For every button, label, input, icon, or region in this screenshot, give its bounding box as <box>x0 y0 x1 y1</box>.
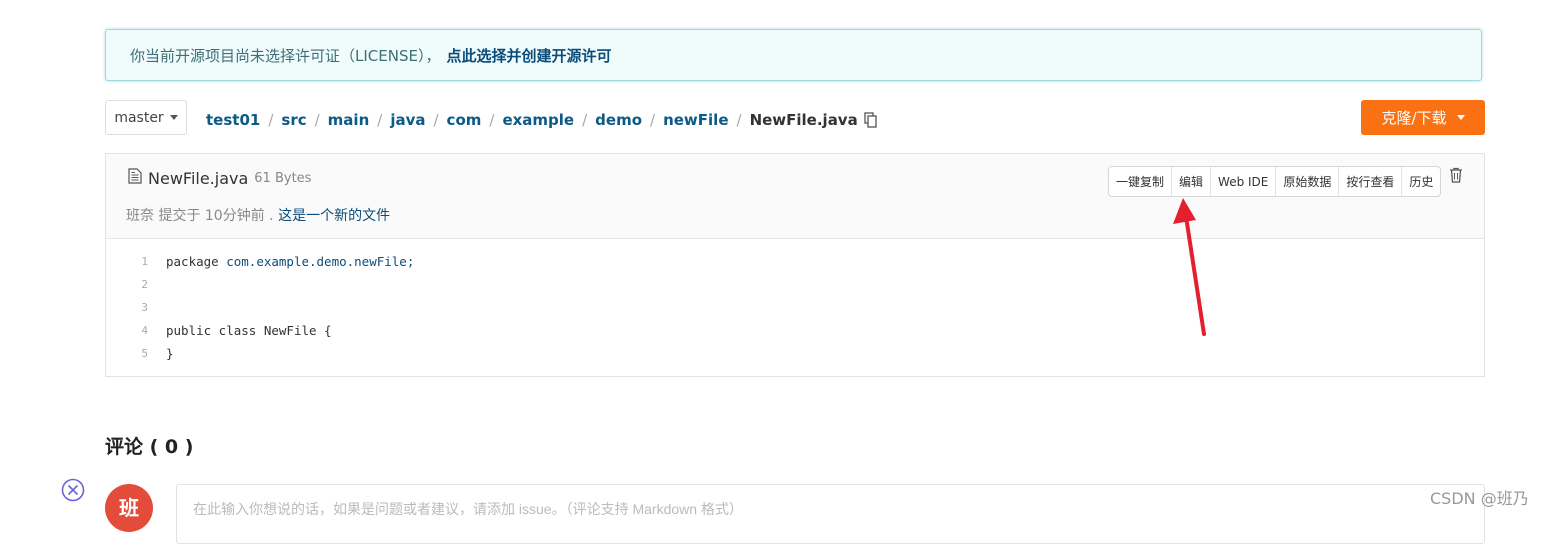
branch-selector[interactable]: master <box>105 100 187 135</box>
code-block: 1 package com.example.demo.newFile; 2 3 … <box>106 250 414 365</box>
breadcrumb-item[interactable]: newFile <box>663 111 728 129</box>
file-header: NewFile.java 61 Bytes 班奈 提交于 10分钟前 . 这是一… <box>106 154 1484 239</box>
web-ide-button[interactable]: Web IDE <box>1211 167 1277 196</box>
blame-button[interactable]: 按行查看 <box>1339 167 1403 196</box>
commit-info: 班奈 提交于 10分钟前 . 这是一个新的文件 <box>126 205 390 225</box>
breadcrumb-item[interactable]: src <box>281 111 306 129</box>
raw-button[interactable]: 原始数据 <box>1276 167 1340 196</box>
close-circle-icon[interactable] <box>61 478 85 506</box>
history-button[interactable]: 历史 <box>1402 167 1440 196</box>
commit-message-link[interactable]: 这是一个新的文件 <box>278 208 390 224</box>
breadcrumb-item[interactable]: java <box>390 111 425 129</box>
code-identifier: com.example.demo.newFile; <box>226 254 415 269</box>
breadcrumb: test01 / src / main / java / com / examp… <box>206 108 878 132</box>
license-notice: 你当前开源项目尚未选择许可证（LICENSE）， 点此选择并创建开源许可 <box>105 29 1482 81</box>
clone-download-label: 克隆/下载 <box>1381 109 1447 127</box>
breadcrumb-separator: / <box>268 111 274 129</box>
code-text: } <box>166 346 174 361</box>
file-name-row: NewFile.java 61 Bytes <box>128 168 311 188</box>
branch-label: master <box>114 109 164 126</box>
file-name: NewFile.java <box>148 168 249 188</box>
breadcrumb-separator: / <box>489 111 495 129</box>
comments-title: 评论 ( 0 ) <box>105 436 194 458</box>
code-line: 4 public class NewFile { <box>106 319 414 342</box>
breadcrumb-separator: / <box>433 111 439 129</box>
commit-author-time: 班奈 提交于 10分钟前 . <box>126 208 274 224</box>
breadcrumb-item[interactable]: example <box>502 111 574 129</box>
breadcrumb-item[interactable]: com <box>447 111 482 129</box>
breadcrumb-current-file: NewFile.java <box>749 111 858 129</box>
file-size: 61 Bytes <box>254 170 312 186</box>
breadcrumb-item[interactable]: demo <box>595 111 642 129</box>
copy-path-icon[interactable] <box>864 112 878 128</box>
breadcrumb-separator: / <box>650 111 656 129</box>
line-number: 1 <box>141 255 148 268</box>
code-text: package com.example.demo.newFile; <box>166 254 414 269</box>
copy-all-button[interactable]: 一键复制 <box>1109 167 1173 196</box>
clone-download-button[interactable]: 克隆/下载 <box>1361 100 1485 135</box>
line-number: 3 <box>141 301 148 314</box>
avatar: 班 <box>105 484 153 532</box>
code-keyword: public class <box>166 323 264 338</box>
code-line: 2 <box>106 273 414 296</box>
breadcrumb-separator: / <box>736 111 742 129</box>
code-line: 1 package com.example.demo.newFile; <box>106 250 414 273</box>
file-viewer: NewFile.java 61 Bytes 班奈 提交于 10分钟前 . 这是一… <box>105 153 1485 377</box>
code-identifier: NewFile { <box>263 323 332 338</box>
edit-button[interactable]: 编辑 <box>1172 167 1212 196</box>
breadcrumb-separator: / <box>582 111 588 129</box>
watermark: CSDN @班乃 <box>1430 489 1529 508</box>
code-keyword: package <box>166 254 227 269</box>
create-license-link[interactable]: 点此选择并创建开源许可 <box>446 45 611 66</box>
chevron-down-icon <box>1456 115 1465 120</box>
comment-input[interactable] <box>176 484 1485 544</box>
breadcrumb-separator: / <box>314 111 320 129</box>
line-number: 4 <box>141 324 148 337</box>
line-number: 5 <box>141 347 148 360</box>
trash-icon[interactable] <box>1449 167 1463 187</box>
code-line: 3 <box>106 296 414 319</box>
breadcrumb-separator: / <box>377 111 383 129</box>
file-icon <box>128 168 142 188</box>
code-line: 5 } <box>106 342 414 365</box>
annotation-arrow-icon <box>1173 198 1206 336</box>
file-actions: 一键复制 编辑 Web IDE 原始数据 按行查看 历史 <box>1108 166 1442 197</box>
code-text: public class NewFile { <box>166 323 332 338</box>
breadcrumb-item[interactable]: main <box>328 111 370 129</box>
breadcrumb-item[interactable]: test01 <box>206 111 260 129</box>
line-number: 2 <box>141 278 148 291</box>
chevron-down-icon <box>169 115 178 120</box>
license-notice-text: 你当前开源项目尚未选择许可证（LICENSE）， <box>130 46 441 65</box>
